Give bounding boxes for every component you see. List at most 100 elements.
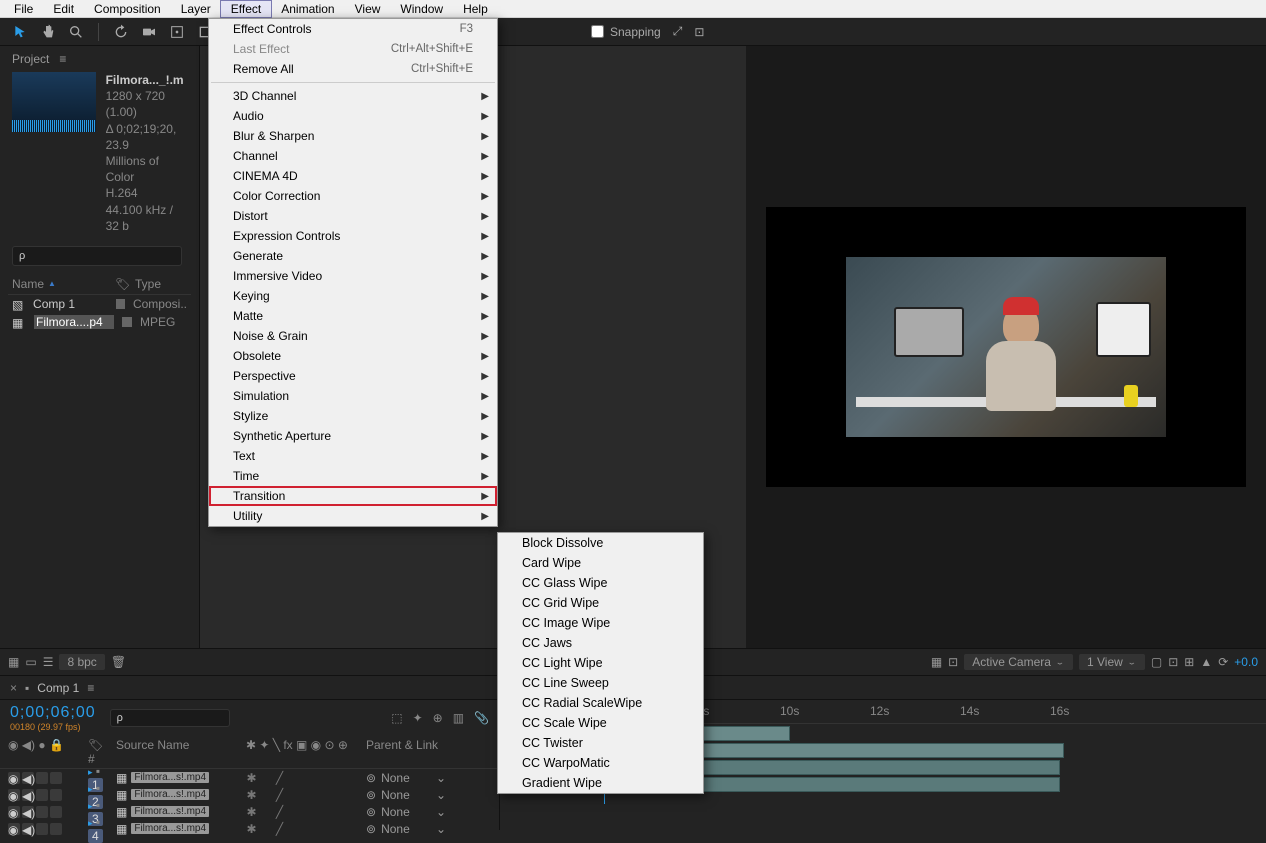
- project-item[interactable]: ▦Filmora....p4MPEG: [8, 313, 191, 331]
- transition-item[interactable]: CC Light Wipe: [498, 653, 703, 673]
- hand-tool-icon[interactable]: [38, 22, 58, 42]
- effect-category-item[interactable]: Text▶: [209, 446, 497, 466]
- menu-effect[interactable]: Effect: [221, 1, 271, 17]
- menu-file[interactable]: File: [4, 1, 43, 17]
- toolbar: Snapping ⤢ ⊡: [0, 18, 1266, 46]
- grid-icon[interactable]: ▦: [931, 655, 942, 669]
- effect-category-item[interactable]: Transition▶: [209, 486, 497, 506]
- effect-category-item[interactable]: Generate▶: [209, 246, 497, 266]
- menu-composition[interactable]: Composition: [84, 1, 171, 17]
- viewer-canvas[interactable]: [766, 207, 1246, 487]
- transition-item[interactable]: CC Radial ScaleWipe: [498, 693, 703, 713]
- delete-icon[interactable]: 🗑: [111, 655, 126, 669]
- effect-category-item[interactable]: Perspective▶: [209, 366, 497, 386]
- selection-tool-icon[interactable]: [10, 22, 30, 42]
- effect-category-item[interactable]: Expression Controls▶: [209, 226, 497, 246]
- transition-item[interactable]: Gradient Wipe: [498, 773, 703, 793]
- label-column-icon[interactable]: 🏷: [115, 277, 127, 291]
- timeline-comp-name[interactable]: Comp 1: [37, 681, 79, 695]
- effect-menu-dropdown: Effect ControlsF3Last EffectCtrl+Alt+Shi…: [208, 18, 498, 527]
- transition-item[interactable]: CC Grid Wipe: [498, 593, 703, 613]
- close-tab-icon[interactable]: ×: [10, 681, 17, 695]
- effect-category-item[interactable]: Synthetic Aperture▶: [209, 426, 497, 446]
- timeline-track[interactable]: ◉◀) ▸ ▪ 2 ▦ Filmora...s!.mp4 ✱╱ ⊚None⌄: [0, 786, 499, 803]
- tl-icon-5[interactable]: 📎: [474, 711, 489, 725]
- effect-category-item[interactable]: Blur & Sharpen▶: [209, 126, 497, 146]
- transition-item[interactable]: CC WarpoMatic: [498, 753, 703, 773]
- view-opt1-icon[interactable]: ▢: [1151, 655, 1162, 669]
- menu-layer[interactable]: Layer: [171, 1, 221, 17]
- snapping-checkbox[interactable]: [591, 25, 604, 38]
- tab-menu-icon[interactable]: ≡: [87, 681, 94, 695]
- effect-category-item[interactable]: Matte▶: [209, 306, 497, 326]
- camera-dropdown[interactable]: Active Camera ⌄: [964, 654, 1073, 670]
- project-search-input[interactable]: [12, 246, 182, 266]
- project-item[interactable]: ▧Comp 1Composi..: [8, 295, 191, 313]
- current-timecode[interactable]: 0;00;06;00: [10, 704, 96, 722]
- effect-category-item[interactable]: Color Correction▶: [209, 186, 497, 206]
- col-sourcename[interactable]: Source Name: [116, 738, 236, 766]
- effect-category-item[interactable]: 3D Channel▶: [209, 86, 497, 106]
- menu-view[interactable]: View: [345, 1, 391, 17]
- snapping-toggle[interactable]: Snapping ⤢ ⊡: [591, 24, 704, 39]
- snapping-options-icon[interactable]: ⤢: [673, 24, 683, 39]
- transition-item[interactable]: CC Image Wipe: [498, 613, 703, 633]
- timeline-track[interactable]: ◉◀) ▸ ▪ 3 ▦ Filmora...s!.mp4 ✱╱ ⊚None⌄: [0, 803, 499, 820]
- rotation-tool-icon[interactable]: [111, 22, 131, 42]
- effect-category-item[interactable]: Keying▶: [209, 286, 497, 306]
- bpc-dropdown[interactable]: 8 bpc: [59, 654, 104, 670]
- project-view-icon[interactable]: ▦: [8, 655, 19, 669]
- exposure-value[interactable]: +0.0: [1234, 655, 1258, 669]
- tl-icon-4[interactable]: ▥: [453, 711, 464, 725]
- effect-category-item[interactable]: Obsolete▶: [209, 346, 497, 366]
- tl-icon-1[interactable]: ⬚: [391, 711, 402, 725]
- transition-item[interactable]: Card Wipe: [498, 553, 703, 573]
- timeline-track[interactable]: ◉◀) ▸ ▪ 1 ▦ Filmora...s!.mp4 ✱╱ ⊚None⌄: [0, 769, 499, 786]
- project-list-icon[interactable]: ☰: [43, 655, 54, 669]
- menu-help[interactable]: Help: [453, 1, 498, 17]
- effect-menu-item[interactable]: Remove AllCtrl+Shift+E: [209, 59, 497, 79]
- snapping-label: Snapping: [610, 25, 661, 39]
- effect-category-item[interactable]: Simulation▶: [209, 386, 497, 406]
- transition-item[interactable]: CC Glass Wipe: [498, 573, 703, 593]
- column-name[interactable]: Name: [12, 277, 44, 291]
- project-panel: Project ≡ Filmora..._!.m 1280 x 720 (1.0…: [0, 46, 200, 648]
- pan-behind-tool-icon[interactable]: [167, 22, 187, 42]
- sort-icon[interactable]: ▲: [48, 279, 56, 288]
- view-opt2-icon[interactable]: ⊡: [1168, 655, 1178, 669]
- column-type[interactable]: Type: [135, 277, 161, 291]
- menu-animation[interactable]: Animation: [271, 1, 344, 17]
- transition-item[interactable]: Block Dissolve: [498, 533, 703, 553]
- effect-category-item[interactable]: CINEMA 4D▶: [209, 166, 497, 186]
- effect-category-item[interactable]: Time▶: [209, 466, 497, 486]
- snapping-extra-icon[interactable]: ⊡: [694, 25, 704, 39]
- view-opt3-icon[interactable]: ⊞: [1184, 655, 1194, 669]
- effect-category-item[interactable]: Stylize▶: [209, 406, 497, 426]
- timeline-search-input[interactable]: [110, 709, 230, 727]
- zoom-tool-icon[interactable]: [66, 22, 86, 42]
- transition-item[interactable]: CC Twister: [498, 733, 703, 753]
- effect-category-item[interactable]: Immersive Video▶: [209, 266, 497, 286]
- exposure-reset-icon[interactable]: ⟳: [1218, 655, 1228, 669]
- effect-category-item[interactable]: Channel▶: [209, 146, 497, 166]
- transition-item[interactable]: CC Jaws: [498, 633, 703, 653]
- effect-menu-item[interactable]: Effect ControlsF3: [209, 19, 497, 39]
- tl-icon-3[interactable]: ⊕: [433, 711, 443, 725]
- guides-icon[interactable]: ⊡: [948, 655, 958, 669]
- transition-item[interactable]: CC Scale Wipe: [498, 713, 703, 733]
- effect-category-item[interactable]: Audio▶: [209, 106, 497, 126]
- view-opt4-icon[interactable]: ▲: [1200, 655, 1212, 669]
- tl-icon-2[interactable]: ✦: [413, 711, 423, 725]
- effect-category-item[interactable]: Noise & Grain▶: [209, 326, 497, 346]
- menu-window[interactable]: Window: [390, 1, 453, 17]
- effect-category-item[interactable]: Utility▶: [209, 506, 497, 526]
- transition-item[interactable]: CC Line Sweep: [498, 673, 703, 693]
- effect-category-item[interactable]: Distort▶: [209, 206, 497, 226]
- views-dropdown[interactable]: 1 View ⌄: [1079, 654, 1145, 670]
- project-thumbnail: [12, 72, 96, 132]
- menu-edit[interactable]: Edit: [43, 1, 84, 17]
- panel-menu-icon[interactable]: ≡: [59, 52, 66, 66]
- project-flow-icon[interactable]: ▭: [25, 655, 36, 669]
- camera-tool-icon[interactable]: [139, 22, 159, 42]
- col-parent[interactable]: Parent & Link: [366, 738, 446, 766]
